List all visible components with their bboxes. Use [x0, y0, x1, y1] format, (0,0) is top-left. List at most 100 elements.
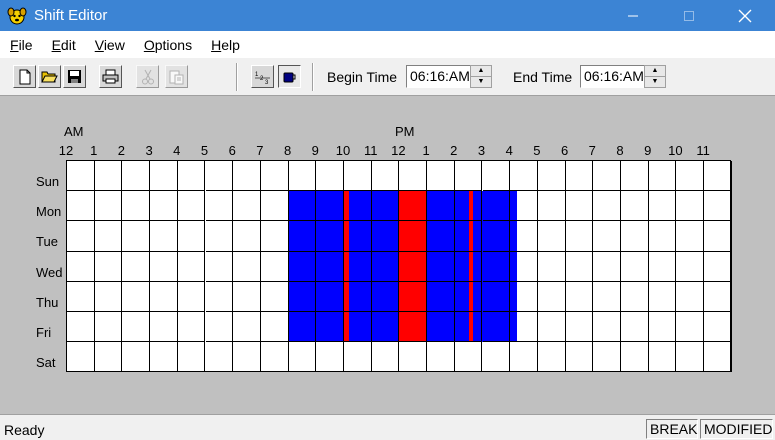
- schedule-cell[interactable]: [427, 312, 455, 343]
- schedule-cell[interactable]: [344, 281, 372, 312]
- schedule-cell[interactable]: [648, 161, 677, 192]
- schedule-cell[interactable]: [621, 251, 649, 282]
- schedule-cell[interactable]: [233, 221, 261, 252]
- schedule-cell[interactable]: [288, 191, 317, 222]
- schedule-cell[interactable]: [537, 251, 566, 282]
- schedule-cell[interactable]: [288, 281, 317, 312]
- schedule-cell[interactable]: [67, 161, 95, 192]
- schedule-cell[interactable]: [648, 342, 677, 373]
- schedule-cell[interactable]: [593, 281, 621, 312]
- schedule-cell[interactable]: [344, 191, 372, 222]
- menu-options[interactable]: Options: [134, 37, 201, 53]
- schedule-cell[interactable]: [621, 342, 649, 373]
- schedule-cell[interactable]: [704, 251, 732, 282]
- schedule-cell[interactable]: [67, 342, 95, 373]
- schedule-cell[interactable]: [150, 161, 178, 192]
- schedule-cell[interactable]: [371, 161, 400, 192]
- schedule-cell[interactable]: [260, 342, 289, 373]
- schedule-cell[interactable]: [205, 342, 234, 373]
- schedule-cell[interactable]: [344, 161, 372, 192]
- schedule-cell[interactable]: [67, 221, 95, 252]
- schedule-cell[interactable]: [67, 251, 95, 282]
- schedule-cell[interactable]: [427, 342, 455, 373]
- schedule-cell[interactable]: [67, 191, 95, 222]
- schedule-cell[interactable]: [399, 281, 428, 312]
- schedule-cell[interactable]: [233, 312, 261, 343]
- schedule-cell[interactable]: [427, 161, 455, 192]
- schedule-cell[interactable]: [316, 161, 344, 192]
- begin-time-input[interactable]: 06:16:AM: [406, 65, 474, 88]
- schedule-cell[interactable]: [177, 191, 206, 222]
- schedule-cell[interactable]: [565, 281, 594, 312]
- schedule-cell[interactable]: [537, 342, 566, 373]
- schedule-cell[interactable]: [593, 191, 621, 222]
- schedule-cell[interactable]: [510, 312, 538, 343]
- maximize-button[interactable]: [666, 0, 712, 31]
- schedule-cell[interactable]: [510, 221, 538, 252]
- schedule-cell[interactable]: [122, 251, 151, 282]
- schedule-cell[interactable]: [648, 281, 677, 312]
- schedule-cell[interactable]: [482, 251, 511, 282]
- schedule-cell[interactable]: [233, 161, 261, 192]
- schedule-cell[interactable]: [150, 221, 178, 252]
- menu-help[interactable]: Help: [201, 37, 249, 53]
- schedule-cell[interactable]: [565, 191, 594, 222]
- schedule-cell[interactable]: [344, 251, 372, 282]
- schedule-cell[interactable]: [676, 221, 705, 252]
- schedule-cell[interactable]: [316, 312, 344, 343]
- schedule-cell[interactable]: [316, 251, 344, 282]
- schedule-cell[interactable]: [482, 191, 511, 222]
- schedule-cell[interactable]: [399, 342, 428, 373]
- schedule-cell[interactable]: [399, 221, 428, 252]
- schedule-cell[interactable]: [454, 342, 483, 373]
- schedule-cell[interactable]: [621, 161, 649, 192]
- schedule-cell[interactable]: [676, 191, 705, 222]
- schedule-cell[interactable]: [482, 281, 511, 312]
- schedule-cell[interactable]: [565, 312, 594, 343]
- schedule-cell[interactable]: [648, 312, 677, 343]
- schedule-cell[interactable]: [704, 221, 732, 252]
- schedule-cell[interactable]: [94, 312, 123, 343]
- schedule-cell[interactable]: [565, 251, 594, 282]
- schedule-cell[interactable]: [676, 161, 705, 192]
- schedule-cell[interactable]: [344, 312, 372, 343]
- schedule-cell[interactable]: [537, 191, 566, 222]
- schedule-cell[interactable]: [94, 161, 123, 192]
- schedule-cell[interactable]: [371, 251, 400, 282]
- schedule-cell[interactable]: [344, 221, 372, 252]
- app-dog-icon[interactable]: [6, 5, 28, 27]
- schedule-cell[interactable]: [427, 251, 455, 282]
- schedule-cell[interactable]: [593, 251, 621, 282]
- schedule-cell[interactable]: [537, 312, 566, 343]
- schedule-cell[interactable]: [371, 281, 400, 312]
- schedule-cell[interactable]: [399, 191, 428, 222]
- schedule-cell[interactable]: [621, 221, 649, 252]
- schedule-cell[interactable]: [205, 191, 234, 222]
- begin-time-spinner[interactable]: ▲ ▼: [470, 65, 492, 88]
- schedule-cell[interactable]: [565, 342, 594, 373]
- schedule-cell[interactable]: [482, 342, 511, 373]
- schedule-cell[interactable]: [205, 281, 234, 312]
- minimize-button[interactable]: [610, 0, 656, 31]
- schedule-cell[interactable]: [676, 251, 705, 282]
- sort-order-icon[interactable]: 123: [251, 65, 274, 88]
- schedule-cell[interactable]: [260, 161, 289, 192]
- schedule-cell[interactable]: [122, 221, 151, 252]
- schedule-cell[interactable]: [621, 281, 649, 312]
- schedule-cell[interactable]: [316, 191, 344, 222]
- schedule-cell[interactable]: [150, 312, 178, 343]
- schedule-cell[interactable]: [288, 221, 317, 252]
- schedule-cell[interactable]: [454, 281, 483, 312]
- open-folder-icon[interactable]: [38, 65, 61, 88]
- schedule-cell[interactable]: [94, 221, 123, 252]
- schedule-cell[interactable]: [316, 221, 344, 252]
- schedule-cell[interactable]: [150, 251, 178, 282]
- schedule-cell[interactable]: [371, 312, 400, 343]
- spin-up-icon[interactable]: ▲: [645, 66, 665, 77]
- schedule-cell[interactable]: [399, 251, 428, 282]
- schedule-cell[interactable]: [593, 342, 621, 373]
- schedule-cell[interactable]: [67, 281, 95, 312]
- schedule-cell[interactable]: [593, 161, 621, 192]
- schedule-cell[interactable]: [482, 161, 511, 192]
- spin-down-icon[interactable]: ▼: [645, 77, 665, 88]
